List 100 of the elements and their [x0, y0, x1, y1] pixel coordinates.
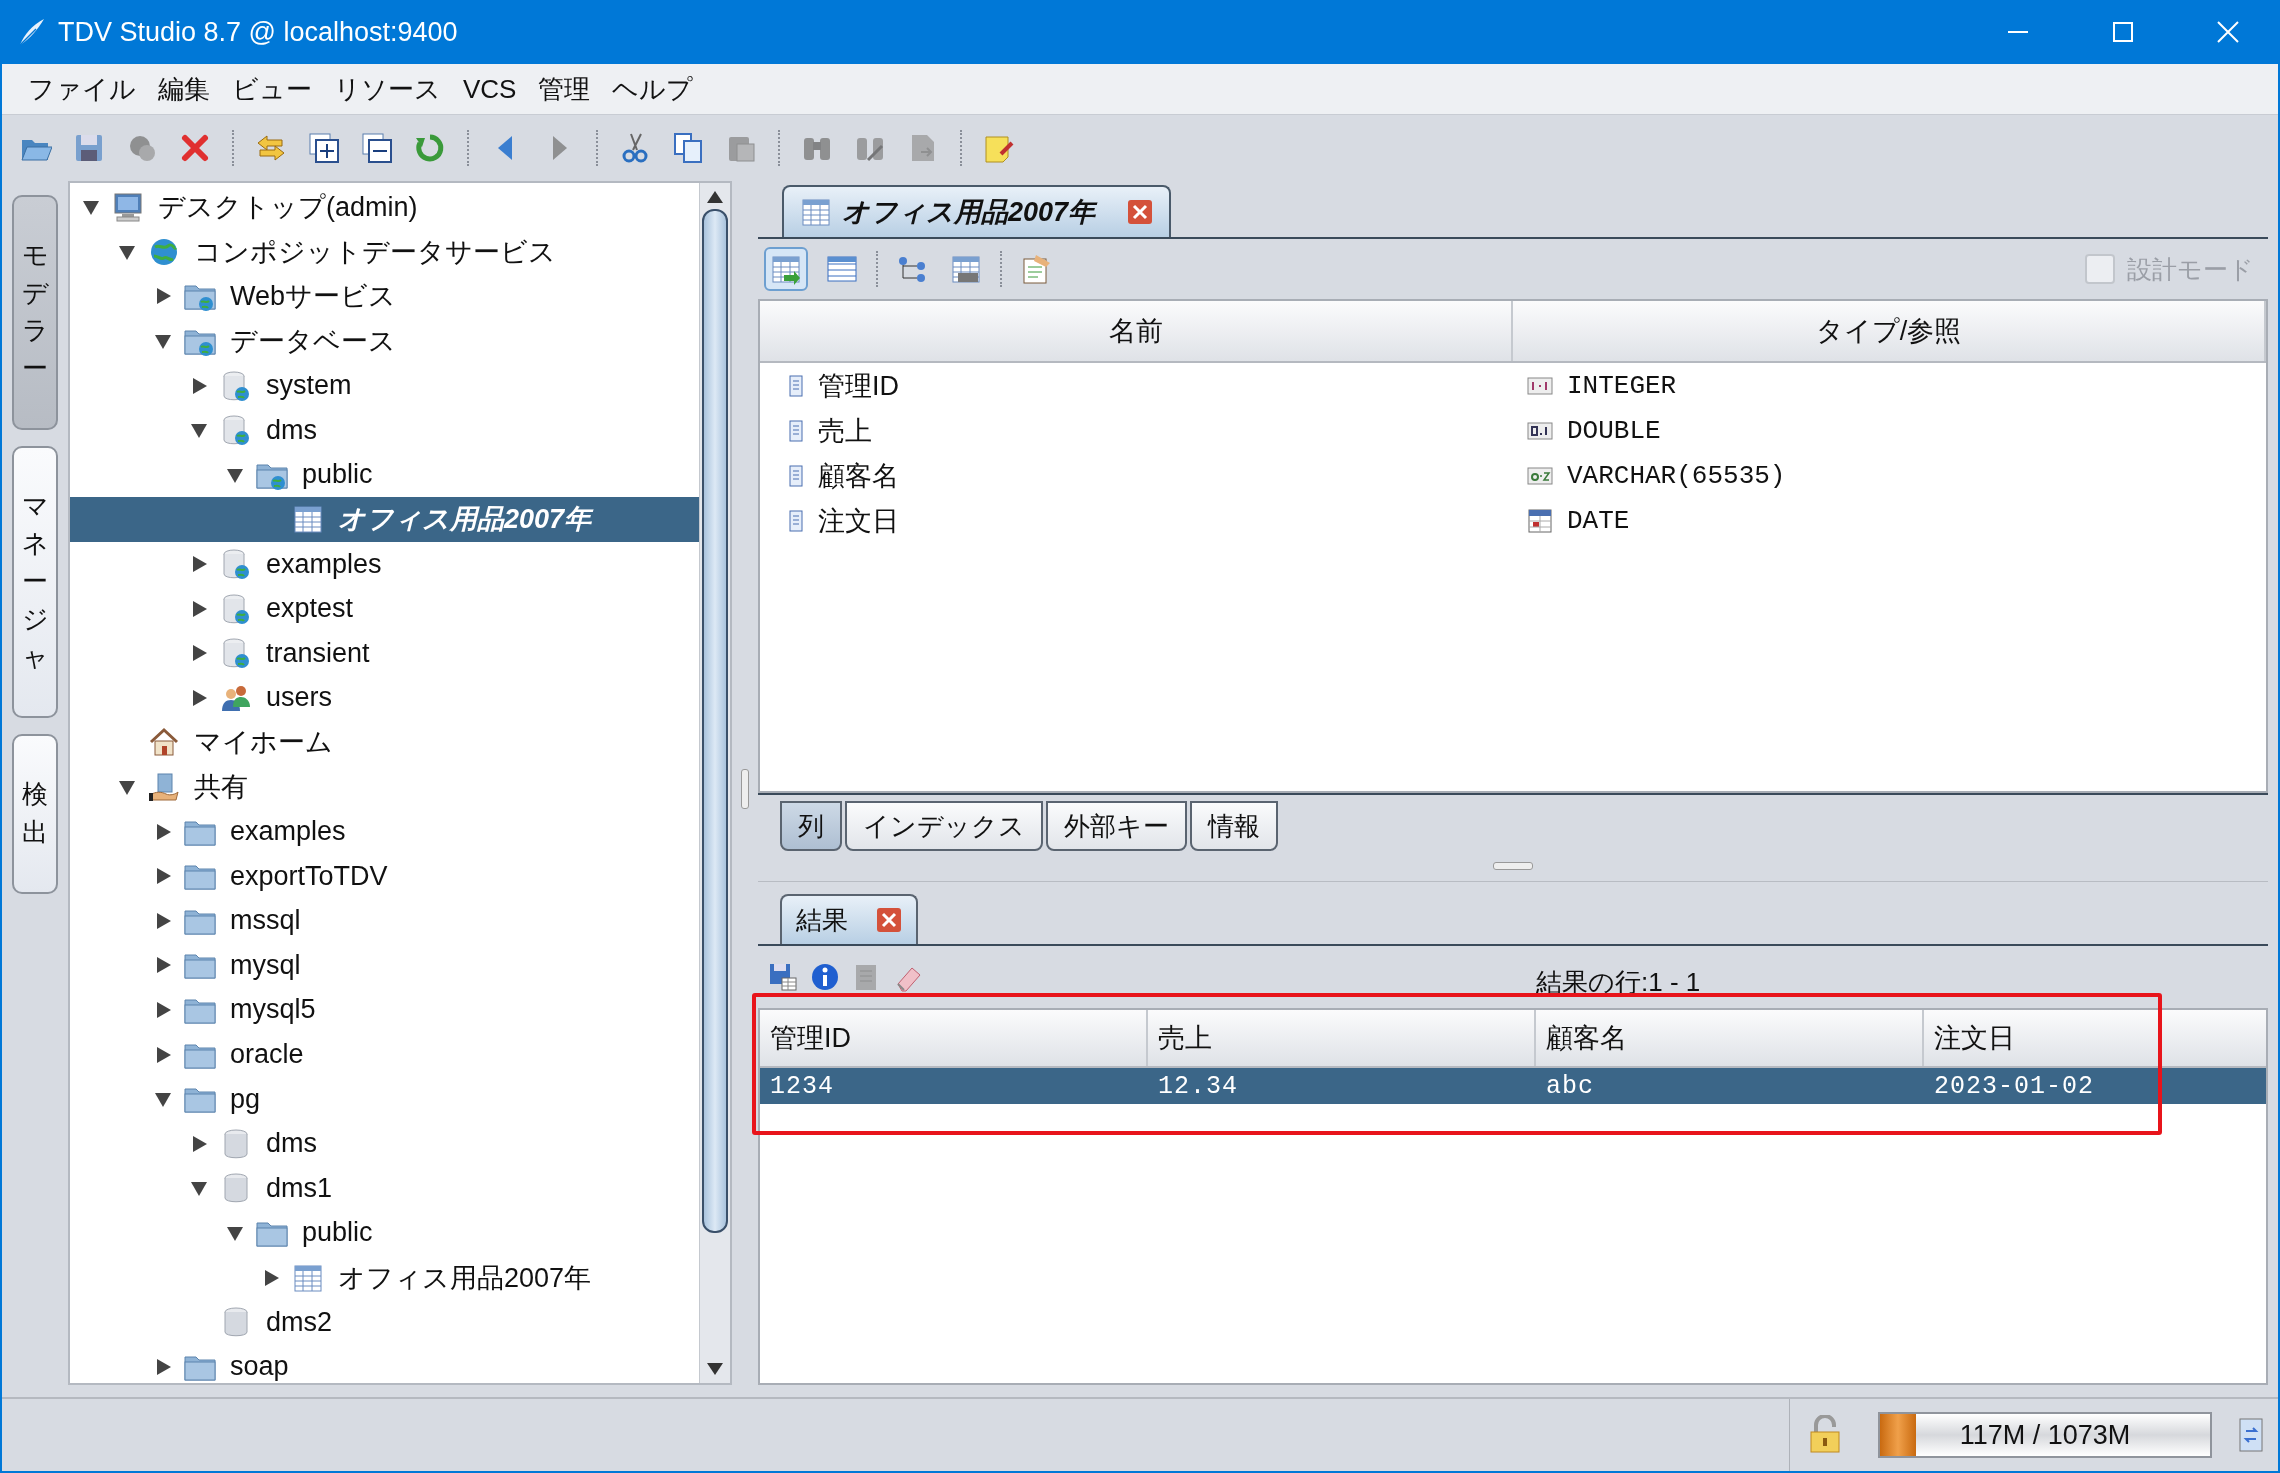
caret-down-icon[interactable] [82, 198, 100, 217]
refresh-icon[interactable] [414, 132, 446, 164]
tree-item[interactable]: users [70, 675, 699, 721]
table-icon [800, 196, 832, 228]
padlock-icon[interactable] [1808, 1415, 1842, 1455]
close-icon[interactable] [876, 907, 902, 933]
caret-right-icon[interactable] [154, 1001, 172, 1019]
scrollbar[interactable] [699, 183, 730, 1383]
scroll-thumb[interactable] [702, 209, 728, 1233]
result-row[interactable]: 1234 12.34 abc 2023-01-02 [760, 1068, 2266, 1104]
tree-item[interactable]: dms [70, 407, 699, 453]
menu-item[interactable]: VCS [463, 73, 517, 105]
tree-item[interactable]: オフィス用品2007年 [70, 1255, 699, 1300]
menu-item[interactable]: ヘルプ [612, 71, 694, 107]
column-header[interactable]: 売上 [1148, 1010, 1536, 1066]
caret-right-icon[interactable] [190, 555, 208, 574]
caret-right-icon[interactable] [154, 956, 172, 975]
tree-item[interactable]: mysql [70, 943, 699, 988]
caret-right-icon[interactable] [154, 287, 172, 306]
tree-item[interactable]: 共有 [70, 764, 699, 810]
caret-right-icon[interactable] [154, 1045, 172, 1064]
caret-right-icon[interactable] [190, 1134, 208, 1153]
scroll-down-icon[interactable] [705, 1361, 725, 1377]
side-tab[interactable]: モデラー [12, 195, 58, 430]
tab[interactable]: インデックス [845, 801, 1043, 851]
caret-right-icon[interactable] [154, 1357, 172, 1376]
table-cell-text: 12.34 [1157, 1070, 1239, 1103]
splitter-handle[interactable] [741, 769, 749, 809]
tab[interactable]: 情報 [1190, 801, 1278, 851]
column-header[interactable]: タイプ/参照 [1513, 301, 2266, 361]
caret-down-icon[interactable] [154, 1090, 172, 1109]
menu-item[interactable]: ビュー [232, 71, 312, 107]
menu-item[interactable]: リソース [334, 71, 441, 107]
tree-item[interactable]: system [70, 363, 699, 408]
column-icon [788, 509, 804, 532]
caret-right-icon[interactable] [190, 688, 208, 707]
tree-item[interactable]: exptest [70, 586, 699, 631]
tree-item[interactable]: dms1 [70, 1166, 699, 1211]
caret-right-icon[interactable] [262, 1268, 280, 1287]
menu-item[interactable]: ファイル [28, 71, 136, 107]
caret-right-icon[interactable] [190, 644, 208, 663]
column-header[interactable]: 注文日 [1924, 1010, 2280, 1066]
tree-item[interactable]: オフィス用品2007年 [70, 497, 699, 542]
tab[interactable]: 列 [780, 801, 842, 851]
tree-item[interactable]: public [70, 1210, 699, 1256]
caret-down-icon[interactable] [190, 1179, 208, 1198]
tree-item[interactable]: transient [70, 630, 699, 676]
tree-item[interactable]: mysql5 [70, 987, 699, 1033]
database-icon [220, 592, 252, 625]
tree-item[interactable]: マイホーム [70, 720, 699, 765]
menu-item[interactable]: 管理 [538, 71, 591, 107]
caret-down-icon[interactable] [190, 421, 208, 440]
tree-item[interactable]: soap [70, 1344, 699, 1383]
caret-right-icon[interactable] [190, 599, 208, 618]
calendar-icon [1527, 507, 1553, 534]
tab[interactable]: 外部キー [1046, 801, 1187, 851]
tree-item[interactable]: Webサービス [70, 274, 699, 319]
tree-item[interactable]: public [70, 452, 699, 498]
side-tab[interactable]: マネージャ [12, 445, 58, 719]
column-type: VARCHAR(65535) [1567, 460, 1786, 491]
tree-item[interactable]: pg [70, 1076, 699, 1122]
column-header[interactable]: 管理ID [760, 1010, 1148, 1066]
save-table-icon[interactable] [768, 962, 798, 992]
tree-item[interactable]: dms2 [70, 1299, 699, 1345]
info-icon[interactable] [810, 962, 840, 992]
editor-tab[interactable]: オフィス用品2007年 [782, 185, 1172, 237]
add-window-icon[interactable] [308, 132, 340, 164]
column-header[interactable]: 名前 [760, 301, 1513, 361]
shared-folder-icon [148, 771, 180, 803]
tree-item[interactable]: コンポジットデータサービス [70, 229, 699, 275]
side-tab[interactable]: 検出 [12, 734, 58, 894]
caret-right-icon[interactable] [154, 867, 172, 886]
tree-item[interactable]: dms [70, 1121, 699, 1167]
result-tab[interactable]: 結果 [780, 894, 918, 944]
tree-item[interactable]: データベース [70, 318, 699, 364]
scroll-up-icon[interactable] [705, 189, 725, 205]
copy-icon[interactable] [672, 132, 704, 164]
swap-arrows-icon[interactable] [255, 132, 287, 164]
menu-item[interactable]: 編集 [158, 71, 210, 107]
caret-down-icon[interactable] [154, 332, 172, 351]
column-icon [788, 419, 804, 442]
garbage-collect-icon[interactable] [2238, 1417, 2264, 1453]
tree-item[interactable]: oracle [70, 1032, 699, 1077]
caret-down-icon[interactable] [118, 778, 136, 796]
caret-right-icon[interactable] [190, 376, 208, 395]
remove-window-icon[interactable] [361, 132, 393, 164]
tree-item[interactable]: examples [70, 809, 699, 854]
close-icon[interactable] [1127, 199, 1154, 225]
database-icon [220, 369, 252, 402]
tree-item[interactable]: exportToTDV [70, 853, 699, 899]
caret-right-icon[interactable] [154, 911, 172, 930]
splitter-handle[interactable] [1493, 862, 1533, 870]
delete-icon[interactable] [179, 132, 211, 164]
memory-bar[interactable]: 117M / 1073M [1878, 1412, 2212, 1458]
tree-item[interactable]: mssql [70, 898, 699, 944]
column-type: INTEGER [1567, 370, 1677, 401]
caret-right-icon[interactable] [154, 822, 172, 841]
tree-item[interactable]: examples [70, 541, 699, 587]
tree-item[interactable]: デスクトップ(admin) [70, 185, 699, 230]
column-header[interactable]: 顧客名 [1536, 1010, 1924, 1066]
